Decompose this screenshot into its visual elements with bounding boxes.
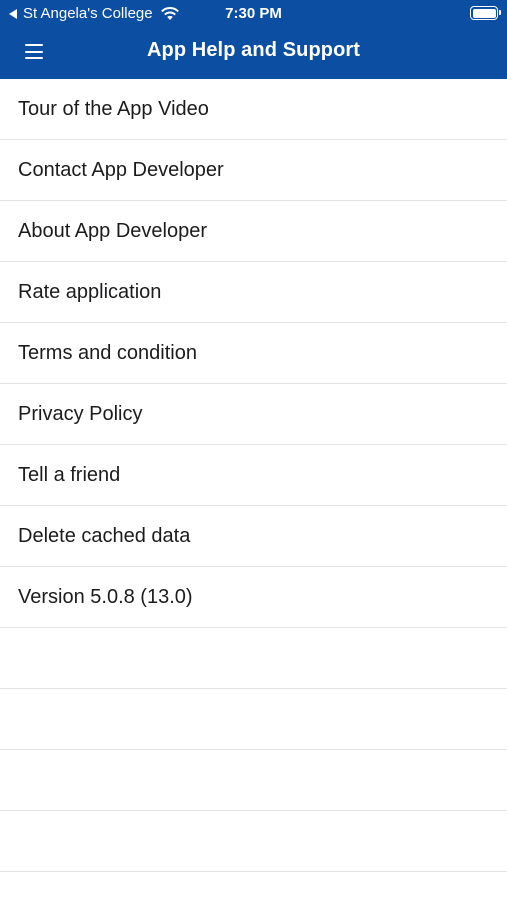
menu-item-rate-application[interactable]: Rate application: [0, 262, 507, 323]
status-bar: St Angela's College 7:30 PM: [0, 0, 507, 27]
menu-item-version: Version 5.0.8 (13.0): [0, 567, 507, 628]
menu-item-tour-video[interactable]: Tour of the App Video: [0, 79, 507, 140]
menu-item-contact-developer[interactable]: Contact App Developer: [0, 140, 507, 201]
menu-item-label: Tell a friend: [18, 463, 121, 486]
menu-item-label: Privacy Policy: [18, 402, 143, 425]
menu-item-privacy-policy[interactable]: Privacy Policy: [0, 384, 507, 445]
empty-row: [0, 750, 507, 811]
menu-item-label: Contact App Developer: [18, 158, 224, 181]
menu-item-label: Rate application: [18, 280, 162, 303]
status-time: 7:30 PM: [225, 5, 282, 22]
page-title: App Help and Support: [146, 39, 361, 61]
empty-row: [0, 689, 507, 750]
empty-row: [0, 628, 507, 689]
menu-item-label: About App Developer: [18, 219, 208, 242]
menu-item-delete-cache[interactable]: Delete cached data: [0, 506, 507, 567]
menu-item-label: Terms and condition: [18, 341, 197, 364]
empty-row: [0, 811, 507, 872]
menu-item-label: Delete cached data: [18, 524, 191, 547]
nav-bar: App Help and Support: [0, 27, 507, 79]
help-menu-list: Tour of the App Video Contact App Develo…: [0, 79, 507, 872]
version-label: Version 5.0.8 (13.0): [18, 585, 193, 608]
menu-item-tell-friend[interactable]: Tell a friend: [0, 445, 507, 506]
header: St Angela's College 7:30 PM App Help and…: [0, 0, 507, 79]
menu-item-label: Tour of the App Video: [18, 97, 209, 120]
battery-icon: [470, 6, 501, 20]
menu-item-about-developer[interactable]: About App Developer: [0, 201, 507, 262]
menu-item-terms[interactable]: Terms and condition: [0, 323, 507, 384]
